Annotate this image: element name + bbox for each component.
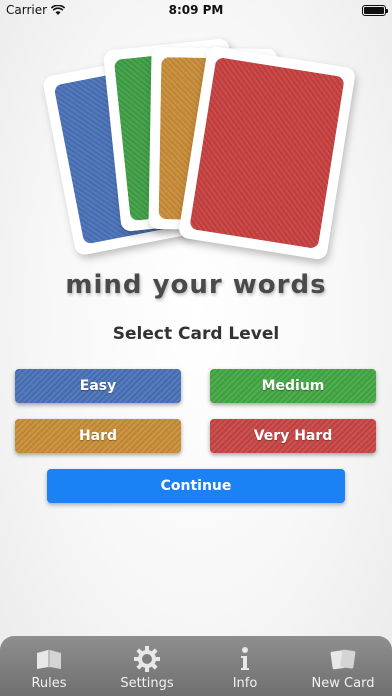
continue-button[interactable]: Continue [47, 469, 345, 503]
select-level-title: Select Card Level [112, 324, 280, 344]
wifi-icon [51, 4, 66, 15]
tab-bar: Rules Settings Info New Card [0, 636, 392, 696]
hard-label: Hard [78, 428, 118, 444]
easy-button[interactable]: Easy [15, 369, 181, 403]
medium-label: Medium [261, 378, 325, 394]
red-card [177, 45, 357, 261]
app-title: mind your words [65, 270, 327, 300]
screen: Carrier 8:09 PM mind your words Select C… [0, 0, 392, 696]
carrier-label: Carrier [6, 3, 48, 17]
very-hard-button[interactable]: Very Hard [210, 419, 376, 453]
tab-info[interactable]: Info [196, 646, 294, 691]
very-hard-label: Very Hard [253, 428, 333, 444]
tab-settings-label: Settings [120, 675, 174, 691]
hard-button[interactable]: Hard [15, 419, 181, 453]
card-fan-illustration [40, 28, 357, 268]
cards-icon [328, 646, 358, 672]
easy-label: Easy [79, 378, 117, 394]
medium-button[interactable]: Medium [210, 369, 376, 403]
info-icon [230, 646, 260, 672]
tab-new-card[interactable]: New Card [294, 646, 392, 691]
tab-new-card-label: New Card [311, 675, 375, 691]
card-face [189, 56, 345, 250]
status-left: Carrier [6, 3, 66, 17]
tab-rules-label: Rules [31, 675, 67, 691]
tab-settings[interactable]: Settings [98, 645, 196, 691]
battery-icon [362, 4, 388, 16]
gear-icon [132, 645, 162, 672]
tab-info-label: Info [232, 675, 258, 691]
status-bar: Carrier 8:09 PM [0, 0, 392, 20]
continue-label: Continue [160, 478, 232, 494]
tab-rules[interactable]: Rules [0, 646, 98, 691]
book-icon [34, 646, 64, 672]
